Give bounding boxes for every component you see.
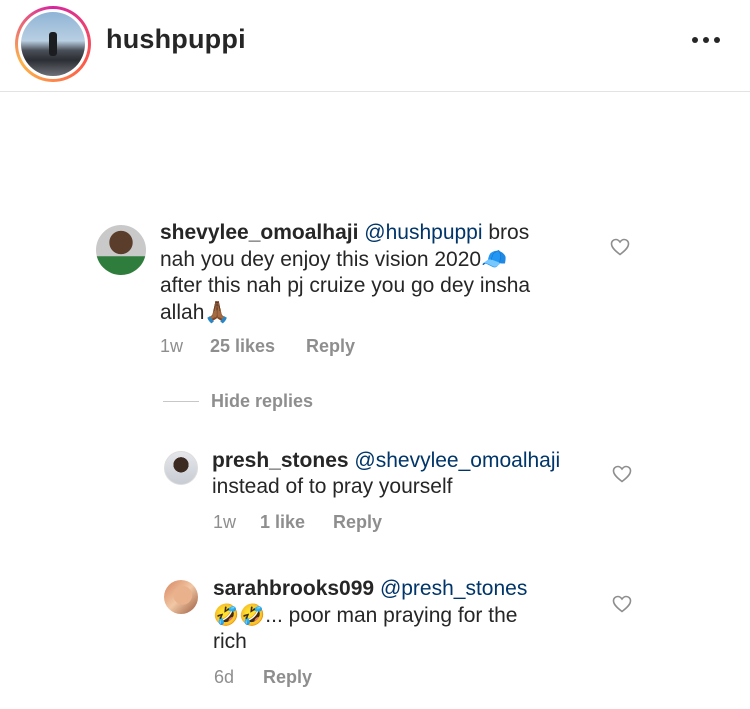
reply-avatar-sarah[interactable]	[164, 580, 198, 614]
reply-text-line3: rich	[213, 630, 247, 653]
reply-time: 1w	[213, 512, 237, 532]
reply-mention[interactable]: @shevylee_omoalhaji	[354, 449, 560, 472]
comment-mention[interactable]: @hushpuppi	[364, 221, 482, 244]
reply-time: 6d	[214, 667, 235, 687]
comment-time: 1w	[160, 336, 184, 356]
avatar-photo	[21, 12, 85, 76]
comment-text-line3: after this nah pj cruize you go dey insh…	[160, 274, 531, 297]
comment-username[interactable]: shevylee_omoalhaji	[160, 221, 358, 244]
like-heart-icon[interactable]	[612, 465, 632, 483]
comment-text-line2: nah you dey enjoy this vision 2020	[160, 248, 482, 271]
reply-text: presh_stones @shevylee_omoalhaji instead…	[212, 448, 602, 500]
like-heart-icon[interactable]	[610, 238, 630, 256]
reply-username[interactable]: sarahbrooks099	[213, 577, 374, 600]
comment-reply-button[interactable]: Reply	[306, 336, 355, 357]
post-header: hushpuppi	[0, 0, 750, 92]
reply-reply-button[interactable]: Reply	[333, 512, 382, 533]
comment-text-line4: allah	[160, 301, 205, 324]
reply-text: sarahbrooks099 @presh_stones 🤣🤣... poor …	[213, 576, 603, 655]
rofl-emoji: 🤣🤣	[213, 603, 266, 627]
reply-username[interactable]: presh_stones	[212, 449, 349, 472]
reply-reply-button[interactable]: Reply	[263, 667, 312, 688]
reply-meta: 1w 1 like Reply	[213, 512, 382, 533]
reply-likes[interactable]: 1 like	[260, 512, 333, 533]
reply-avatar-presh[interactable]	[164, 451, 198, 485]
divider-line	[163, 401, 199, 402]
pray-emoji: 🙏🏾	[204, 300, 231, 324]
reply-text-line2: instead of to pray yourself	[212, 475, 453, 498]
like-heart-icon[interactable]	[612, 595, 632, 613]
comment-text: shevylee_omoalhaji @hushpuppi bros nah y…	[160, 220, 600, 326]
more-horizontal-icon[interactable]	[690, 28, 724, 52]
header-username[interactable]: hushpuppi	[106, 24, 246, 55]
reply-text-line2: ... poor man praying for the	[265, 604, 518, 627]
commenter-avatar[interactable]	[96, 225, 146, 275]
comment-text-line1: bros	[482, 221, 530, 244]
comment-meta: 1w 25 likes Reply	[160, 336, 355, 357]
comment-likes[interactable]: 25 likes	[210, 336, 306, 357]
cap-emoji: 🧢	[481, 247, 508, 271]
avatar-border	[18, 9, 88, 79]
hide-replies-label[interactable]: Hide replies	[211, 391, 313, 412]
reply-mention[interactable]: @presh_stones	[380, 577, 527, 600]
reply-meta: 6d Reply	[214, 667, 312, 688]
hide-replies-toggle[interactable]: Hide replies	[163, 391, 313, 412]
profile-avatar[interactable]	[15, 6, 91, 82]
